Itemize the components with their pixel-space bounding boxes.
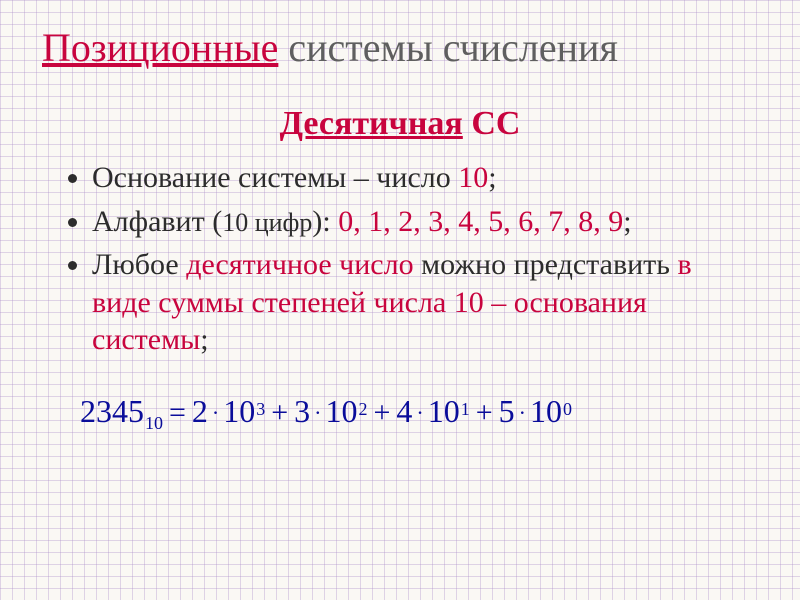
equation: 234510 = 2·103 + 3·102 + 4·101 + 5·100 [80, 393, 760, 430]
eq-term: 4·101 [396, 393, 469, 430]
eq-coef: 4 [396, 393, 412, 430]
eq-exp: 1 [461, 399, 470, 420]
subtitle-underlined: Десятичная [280, 105, 463, 142]
eq-base: 10 [326, 393, 358, 430]
eq-dot: · [314, 400, 321, 426]
eq-subscript: 10 [145, 413, 163, 434]
eq-exp: 2 [359, 399, 368, 420]
subtitle: Десятичная СС [40, 105, 760, 143]
eq-coef: 3 [294, 393, 310, 430]
highlight: 0, 1, 2, 3, 4, 5, 6, 7, 8, 9 [338, 205, 623, 238]
eq-base: 10 [428, 393, 460, 430]
eq-exp: 3 [256, 399, 265, 420]
eq-base: 10 [223, 393, 255, 430]
text: ; [488, 161, 496, 194]
title-rest: системы счисления [278, 25, 618, 70]
subtitle-rest: СС [463, 105, 521, 142]
eq-number: 2345 [80, 393, 144, 430]
eq-plus: + [271, 396, 288, 430]
text: ; [623, 205, 631, 238]
eq-equals: = [169, 396, 186, 430]
text-small: 10 цифр [222, 208, 312, 237]
eq-exp: 0 [563, 399, 572, 420]
list-item: Основание системы – число 10; [92, 159, 750, 197]
highlight: десятичное число [186, 248, 413, 281]
eq-term: 2·103 [192, 393, 265, 430]
eq-term: 5·100 [499, 393, 572, 430]
text: ; [200, 323, 208, 356]
slide-title: Позиционные системы счисления [42, 24, 760, 71]
text: Алфавит ( [92, 205, 222, 238]
list-item: Любое десятичное число можно представить… [92, 246, 750, 359]
highlight: 10 [458, 161, 488, 194]
eq-plus: + [476, 396, 493, 430]
bullet-list: Основание системы – число 10; Алфавит (1… [70, 159, 760, 359]
text: можно представить [414, 248, 678, 281]
text: Любое [92, 248, 186, 281]
text: Основание системы – число [92, 161, 458, 194]
eq-coef: 2 [192, 393, 208, 430]
eq-dot: · [519, 400, 526, 426]
title-highlight: Позиционные [42, 25, 278, 70]
list-item: Алфавит (10 цифр): 0, 1, 2, 3, 4, 5, 6, … [92, 203, 750, 241]
eq-term: 3·102 [294, 393, 367, 430]
eq-plus: + [374, 396, 391, 430]
eq-dot: · [416, 400, 423, 426]
text: ): [312, 205, 338, 238]
eq-dot: · [212, 400, 219, 426]
eq-coef: 5 [499, 393, 515, 430]
eq-lhs: 234510 [80, 393, 163, 430]
eq-base: 10 [530, 393, 562, 430]
